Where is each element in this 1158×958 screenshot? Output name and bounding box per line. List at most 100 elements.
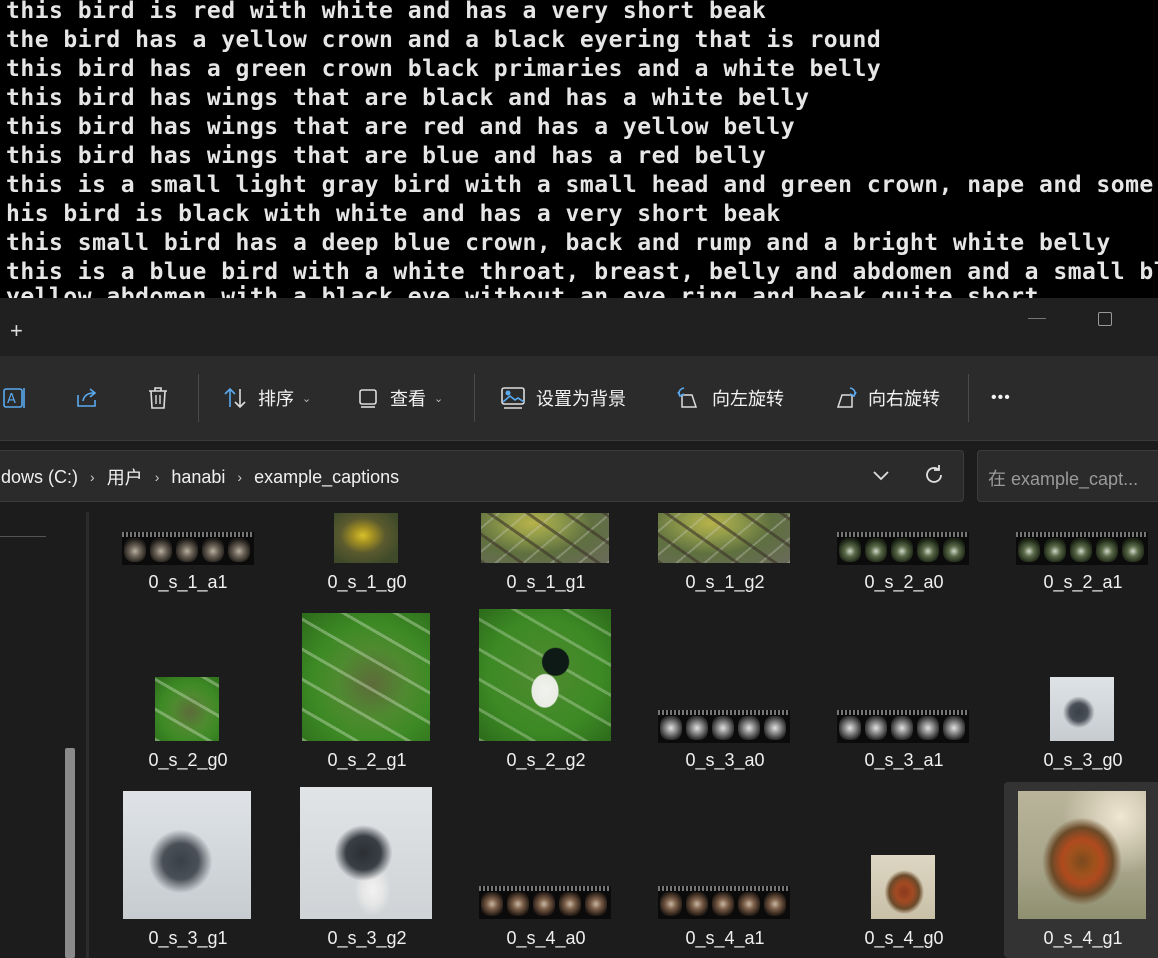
file-item[interactable]: 0_s_3_g0 — [1004, 604, 1158, 776]
file-name: 0_s_1_a1 — [148, 572, 228, 592]
file-thumbnail — [837, 532, 969, 565]
file-item[interactable]: 0_s_1_g1 — [467, 512, 625, 602]
terminal-line: his bird is black with white and has a v… — [6, 201, 781, 227]
file-item[interactable]: 0_s_2_g1 — [288, 604, 446, 776]
file-name: 0_s_2_a0 — [864, 572, 944, 592]
file-item[interactable]: 0_s_4_a1 — [646, 778, 804, 958]
command-bar: A 排序 ⌄ 查看 ⌄ 设置为背景 向左旋转 向右旋转 ••• — [0, 356, 1158, 441]
file-thumbnail — [658, 710, 790, 743]
file-name: 0_s_4_a1 — [685, 928, 765, 948]
file-item[interactable]: 0_s_1_g0 — [288, 512, 446, 602]
file-thumbnail — [155, 677, 219, 741]
terminal-line: this bird has wings that are blue and ha… — [6, 143, 767, 169]
toolbar-divider — [474, 374, 475, 422]
address-bar[interactable]: dows (C:) › 用户 › hanabi › example_captio… — [0, 450, 964, 502]
rotate-right-icon — [832, 385, 858, 411]
set-background-button[interactable]: 设置为背景 — [500, 380, 626, 416]
share-button[interactable] — [74, 380, 100, 416]
breadcrumb-drive[interactable]: dows (C:) — [1, 467, 78, 488]
breadcrumb-users[interactable]: 用户 — [107, 464, 143, 490]
rotate-right-button[interactable]: 向右旋转 — [832, 380, 940, 416]
rotate-right-label: 向右旋转 — [868, 389, 940, 409]
file-item[interactable]: 0_s_1_g2 — [646, 512, 804, 602]
chevron-right-icon: › — [90, 469, 95, 485]
breadcrumb-hanabi[interactable]: hanabi — [171, 467, 225, 488]
file-item[interactable]: 0_s_2_g2 — [467, 604, 625, 776]
terminal-line: this small bird has a deep blue crown, b… — [6, 230, 1111, 256]
chevron-down-icon: ⌄ — [302, 392, 312, 405]
file-item[interactable]: 0_s_1_a1 — [109, 512, 267, 602]
terminal-line: this bird has wings that are red and has… — [6, 114, 796, 140]
file-item-selected[interactable]: 0_s_4_g1 — [1004, 782, 1158, 958]
file-item[interactable]: 0_s_4_g0 — [825, 778, 983, 958]
file-name: 0_s_4_g1 — [1043, 928, 1123, 948]
navigation-pane — [0, 512, 86, 958]
file-name: 0_s_3_a1 — [864, 750, 944, 770]
file-item[interactable]: 0_s_3_a1 — [825, 604, 983, 776]
sort-button[interactable]: 排序 ⌄ — [222, 380, 311, 416]
file-thumbnail — [1050, 677, 1114, 741]
file-thumbnail — [837, 710, 969, 743]
sort-label: 排序 — [258, 389, 294, 409]
minimize-button[interactable] — [1028, 312, 1046, 326]
breadcrumb-example-captions[interactable]: example_captions — [254, 467, 399, 488]
file-thumbnail — [481, 513, 609, 563]
new-tab-button[interactable]: + — [10, 318, 23, 344]
chevron-right-icon: › — [154, 469, 160, 485]
refresh-icon[interactable] — [922, 463, 946, 492]
file-item[interactable]: 0_s_2_g0 — [109, 604, 267, 776]
rename-icon: A — [2, 385, 28, 411]
file-thumbnail — [334, 513, 398, 563]
set-background-label: 设置为背景 — [536, 389, 626, 409]
rotate-left-button[interactable]: 向左旋转 — [676, 380, 784, 416]
chevron-down-icon: ⌄ — [434, 392, 444, 405]
wallpaper-icon — [500, 386, 526, 410]
nav-scrollbar-thumb[interactable] — [65, 748, 75, 958]
file-thumbnail — [871, 855, 935, 919]
file-item[interactable]: 0_s_3_g2 — [288, 778, 446, 958]
more-options-button[interactable]: ••• — [991, 380, 1011, 416]
file-thumbnail — [658, 886, 790, 919]
breadcrumb: dows (C:) › 用户 › hanabi › example_captio… — [1, 464, 399, 490]
file-name: 0_s_1_g1 — [506, 572, 586, 592]
file-thumbnail — [479, 609, 611, 741]
file-name: 0_s_1_g2 — [685, 572, 765, 592]
delete-button[interactable] — [146, 380, 170, 416]
more-icon: ••• — [991, 389, 1011, 406]
rename-button[interactable]: A — [2, 380, 28, 416]
window-titlebar: + — [0, 298, 1158, 356]
file-thumbnail — [1018, 791, 1146, 919]
view-button[interactable]: 查看 ⌄ — [358, 380, 443, 416]
terminal-line: this is a small light gray bird with a s… — [6, 172, 1158, 198]
chevron-down-icon[interactable] — [871, 465, 891, 490]
file-name: 0_s_4_a0 — [506, 928, 586, 948]
file-thumbnail — [122, 532, 254, 565]
file-name: 0_s_2_g2 — [506, 750, 586, 770]
maximize-button[interactable] — [1098, 312, 1112, 326]
file-name: 0_s_2_g1 — [327, 750, 407, 770]
search-input[interactable]: 在 example_capt... — [977, 450, 1158, 502]
nav-divider — [0, 536, 46, 537]
file-name: 0_s_1_g0 — [327, 572, 407, 592]
file-thumbnail — [302, 613, 430, 741]
file-item[interactable]: 0_s_2_a1 — [1004, 512, 1158, 602]
file-thumbnail — [479, 886, 611, 919]
terminal-line: this bird has a green crown black primar… — [6, 56, 882, 82]
sort-icon — [222, 385, 248, 411]
file-item[interactable]: 0_s_4_a0 — [467, 778, 625, 958]
terminal-output: this bird is red with white and has a ve… — [0, 0, 1158, 298]
view-label: 查看 — [390, 389, 426, 409]
file-item[interactable]: 0_s_2_a0 — [825, 512, 983, 602]
file-name: 0_s_3_g0 — [1043, 750, 1123, 770]
chevron-right-icon: › — [237, 469, 243, 485]
toolbar-divider — [198, 374, 199, 422]
file-item[interactable]: 0_s_3_a0 — [646, 604, 804, 776]
file-name: 0_s_4_g0 — [864, 928, 944, 948]
terminal-line: this bird has wings that are black and h… — [6, 85, 810, 111]
svg-text:A: A — [7, 392, 16, 407]
trash-icon — [146, 385, 170, 411]
file-item[interactable]: 0_s_3_g1 — [109, 778, 267, 958]
share-icon — [74, 385, 100, 411]
rotate-left-label: 向左旋转 — [712, 389, 784, 409]
file-thumbnail — [1016, 532, 1148, 565]
